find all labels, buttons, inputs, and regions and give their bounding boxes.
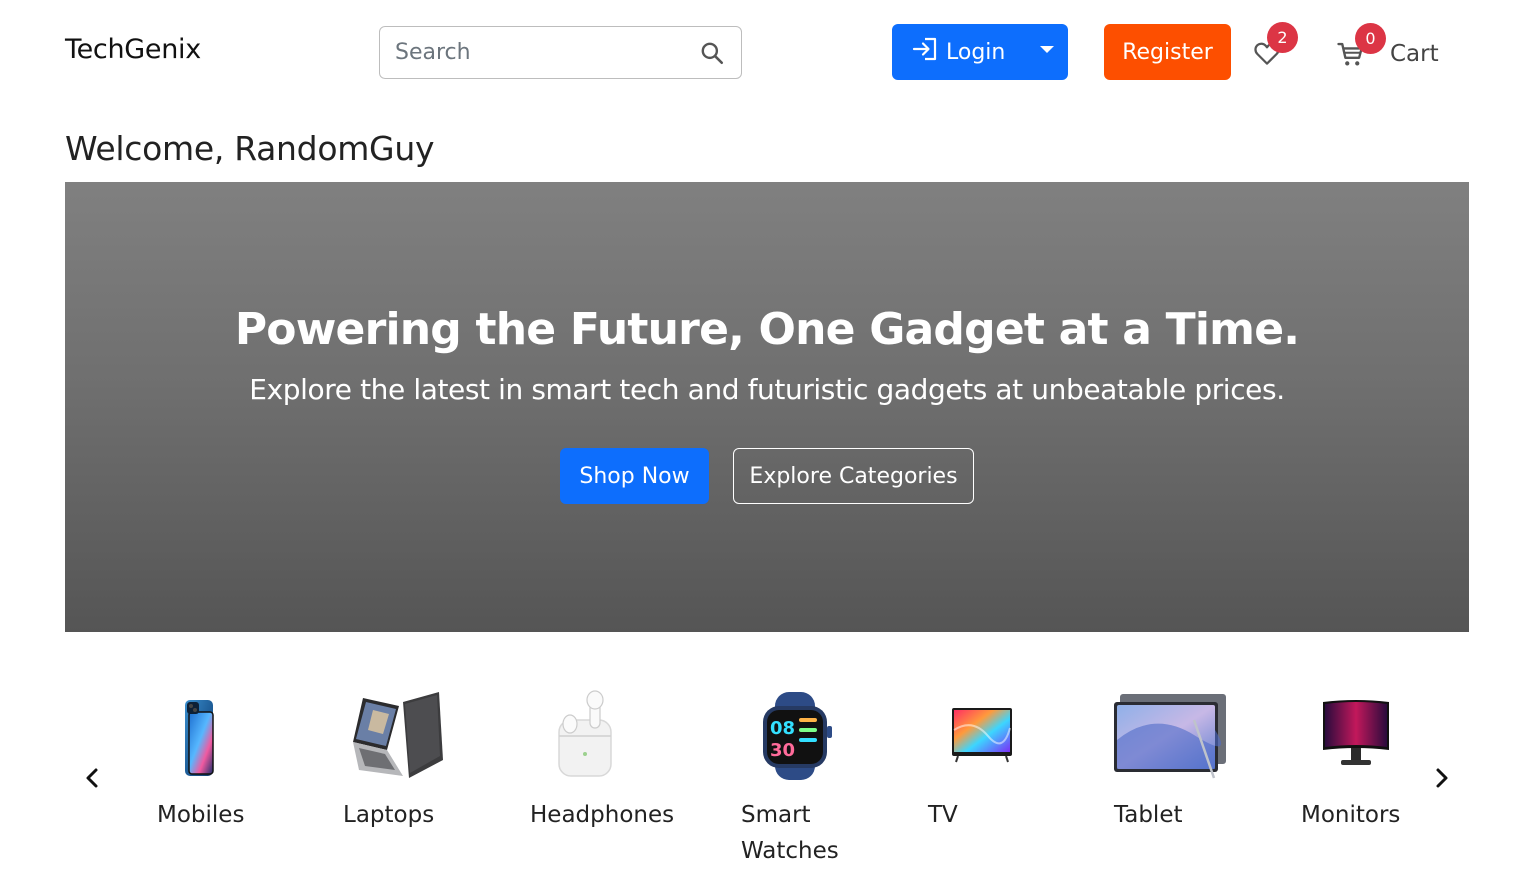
carousel-next-button[interactable] bbox=[1428, 764, 1456, 792]
register-button[interactable]: Register bbox=[1104, 24, 1231, 80]
category-tablet[interactable]: Tablet bbox=[1114, 690, 1228, 828]
login-dropdown-toggle[interactable] bbox=[1026, 24, 1068, 80]
category-laptops[interactable]: Laptops bbox=[343, 690, 453, 828]
cart-button[interactable]: 0 Cart bbox=[1336, 23, 1439, 70]
category-label: Monitors bbox=[1301, 802, 1401, 828]
cart-count-badge: 0 bbox=[1355, 23, 1386, 54]
category-label: Mobiles bbox=[157, 802, 245, 828]
category-label: Tablet bbox=[1114, 802, 1183, 828]
wishlist-button[interactable]: 2 bbox=[1252, 22, 1298, 70]
hero-title: Powering the Future, One Gadget at a Tim… bbox=[234, 304, 1300, 355]
tv-icon bbox=[928, 690, 1038, 782]
explore-categories-button[interactable]: Explore Categories bbox=[733, 448, 974, 504]
cart-label: Cart bbox=[1390, 41, 1439, 67]
category-label: TV bbox=[928, 802, 958, 828]
search-bar bbox=[379, 26, 742, 79]
category-label: Headphones bbox=[530, 802, 675, 828]
category-label: Smart Watches bbox=[741, 797, 839, 869]
login-dropdown: Login bbox=[892, 24, 1068, 80]
carousel-prev-button[interactable] bbox=[78, 764, 106, 792]
category-tv[interactable]: TV bbox=[928, 690, 1038, 828]
shop-now-button[interactable]: Shop Now bbox=[560, 448, 709, 504]
search-input[interactable] bbox=[380, 27, 697, 78]
search-icon[interactable] bbox=[697, 38, 727, 68]
category-label-line2: Watches bbox=[741, 838, 839, 864]
brand-logo[interactable]: TechGenix bbox=[65, 34, 201, 65]
wishlist-count-badge: 2 bbox=[1267, 22, 1298, 53]
svg-text:08: 08 bbox=[770, 718, 795, 739]
welcome-message: Welcome, RandomGuy bbox=[65, 129, 435, 168]
category-label: Laptops bbox=[343, 802, 435, 828]
caret-down-icon bbox=[1040, 45, 1054, 53]
chevron-right-icon bbox=[1436, 768, 1448, 788]
svg-text:30: 30 bbox=[770, 740, 795, 761]
monitor-icon bbox=[1301, 690, 1411, 782]
category-headphones[interactable]: Headphones bbox=[530, 690, 674, 828]
tablet-icon bbox=[1114, 690, 1228, 782]
laptop-icon bbox=[343, 690, 453, 782]
hero-banner: Powering the Future, One Gadget at a Tim… bbox=[65, 182, 1469, 632]
login-label: Login bbox=[946, 39, 1006, 65]
category-label-line1: Smart bbox=[741, 802, 811, 828]
category-smart-watches[interactable]: 08 30 Smart Watches bbox=[741, 690, 851, 864]
hero-actions: Shop Now Explore Categories bbox=[560, 448, 974, 504]
hero-subtitle: Explore the latest in smart tech and fut… bbox=[249, 373, 1285, 406]
smartwatch-icon: 08 30 bbox=[741, 690, 851, 782]
category-mobiles[interactable]: Mobiles bbox=[157, 690, 244, 828]
earbuds-icon bbox=[530, 690, 640, 782]
chevron-left-icon bbox=[86, 768, 98, 788]
login-button[interactable]: Login bbox=[892, 24, 1026, 80]
mobile-phone-icon bbox=[157, 690, 241, 782]
category-monitors[interactable]: Monitors bbox=[1301, 690, 1411, 828]
login-icon bbox=[912, 36, 940, 68]
cart-icon-wrap: 0 bbox=[1336, 23, 1386, 69]
